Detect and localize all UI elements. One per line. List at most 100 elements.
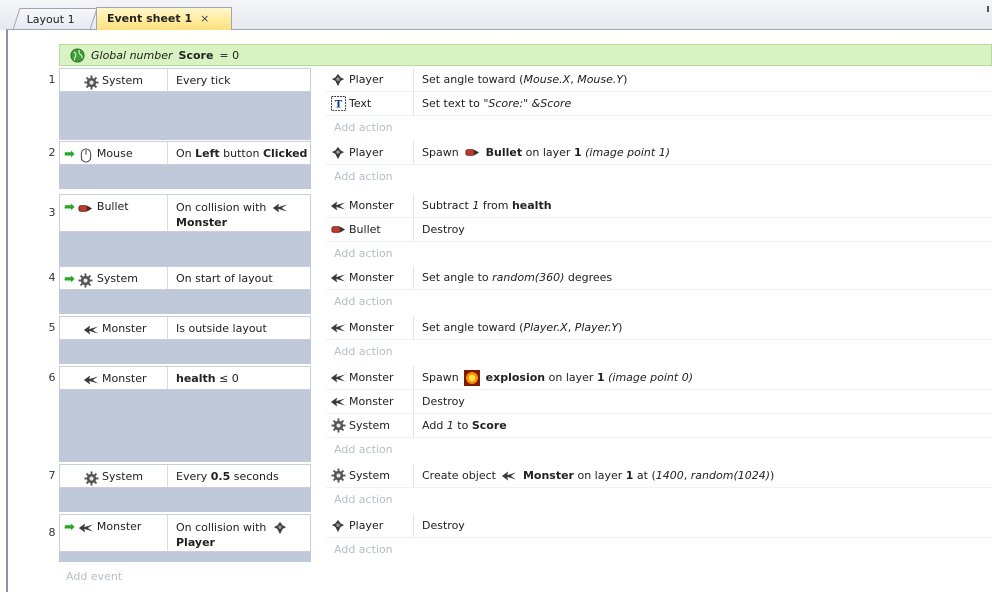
- event-block[interactable]: 6 Monster health ≤ 0 Monster Spawn explosion…: [8, 366, 992, 462]
- action-object-name: Monster: [349, 271, 394, 284]
- tab-label: Event sheet 1: [107, 12, 193, 25]
- action-row[interactable]: T Text Set text to "Score:" &Score: [326, 92, 992, 116]
- condition-block: System Every 0.5 seconds: [59, 464, 311, 512]
- tab-event-sheet-1[interactable]: Event sheet 1 ×: [96, 7, 232, 30]
- pin-icon[interactable]: [987, 6, 989, 12]
- explosion-icon: [464, 369, 481, 386]
- event-block[interactable]: 1 System Every tick Player Set angle toward …: [8, 68, 992, 140]
- condition-object-name: Bullet: [96, 200, 129, 213]
- action-row[interactable]: Monster Set angle to random(360) degrees: [326, 266, 992, 290]
- bold-param: health: [511, 199, 552, 212]
- add-action-link[interactable]: Add action: [326, 488, 992, 512]
- bold-param: explosion: [485, 370, 546, 384]
- event-number: 6: [48, 371, 56, 384]
- action-row[interactable]: Monster Spawn explosion on layer 1 (image…: [326, 366, 992, 390]
- monster-icon: [272, 200, 288, 216]
- action-text: Add 1 to Score: [414, 419, 507, 432]
- add-event-link[interactable]: Add event: [66, 570, 122, 583]
- event-block[interactable]: 7 System Every 0.5 seconds System Create obj…: [8, 464, 992, 512]
- add-action-link[interactable]: Add action: [326, 165, 992, 189]
- action-list: Player Set angle toward (Mouse.X, Mouse.Y…: [326, 68, 992, 140]
- action-list: Monster Set angle toward (Player.X, Playe…: [326, 316, 992, 364]
- text-segment: On collision with: [176, 521, 270, 534]
- event-sheet[interactable]: Global number Score = 0 1 System Every tic…: [6, 30, 992, 592]
- event-block[interactable]: 4 ➡ System On start of layout Monster Set ang…: [8, 266, 992, 314]
- text-segment: from: [479, 199, 512, 212]
- add-action-link[interactable]: Add action: [326, 116, 992, 140]
- event-block[interactable]: 3 ➡ Bullet On collision with Monster Monster…: [8, 194, 992, 266]
- action-row[interactable]: Player Destroy: [326, 514, 992, 538]
- condition-row[interactable]: ➡ Mouse On Left button Clicked: [59, 141, 311, 165]
- condition-text: On collision with Monster: [168, 195, 310, 231]
- action-text: Set angle toward (Mouse.X, Mouse.Y): [414, 73, 627, 86]
- condition-object-name: Monster: [102, 322, 147, 335]
- text-segment: Destroy: [422, 519, 465, 532]
- add-action-link[interactable]: Add action: [326, 242, 992, 266]
- text-segment: ): [623, 73, 628, 86]
- text-segment: Subtract: [422, 199, 473, 212]
- add-action-link[interactable]: Add action: [326, 340, 992, 364]
- gear-icon: [78, 272, 94, 288]
- action-row[interactable]: System Add 1 to Score: [326, 414, 992, 438]
- text-segment: Every tick: [176, 74, 231, 87]
- text-segment: ): [618, 321, 623, 334]
- text-segment: Every: [176, 470, 211, 483]
- condition-row[interactable]: System Every 0.5 seconds: [59, 464, 311, 488]
- event-block[interactable]: 2 ➡ Mouse On Left button Clicked Player Spawn…: [8, 141, 992, 189]
- action-row[interactable]: Bullet Destroy: [326, 218, 992, 242]
- italic-param: (image point 1): [585, 145, 670, 159]
- add-action-link[interactable]: Add action: [326, 290, 992, 314]
- action-row[interactable]: Player Set angle toward (Mouse.X, Mouse.Y…: [326, 68, 992, 92]
- action-text: Destroy: [414, 395, 465, 408]
- action-object-name: Player: [349, 146, 384, 159]
- action-row[interactable]: Player Spawn Bullet on layer 1 (image poi…: [326, 141, 992, 165]
- italic-param: 1: [446, 419, 454, 432]
- action-row[interactable]: Monster Subtract 1 from health: [326, 194, 992, 218]
- condition-row[interactable]: ➡ System On start of layout: [59, 266, 311, 290]
- condition-row[interactable]: ➡ Monster On collision with Player: [59, 514, 311, 552]
- text-segment: on layer: [545, 370, 597, 384]
- condition-row[interactable]: Monster Is outside layout: [59, 316, 311, 340]
- event-number: 1: [48, 73, 56, 86]
- action-row[interactable]: Monster Destroy: [326, 390, 992, 414]
- action-object: Player: [326, 68, 414, 91]
- condition-row[interactable]: System Every tick: [59, 68, 311, 92]
- action-object-name: Monster: [349, 395, 394, 408]
- condition-row[interactable]: ➡ Bullet On collision with Monster: [59, 194, 311, 232]
- action-row[interactable]: System Create object Monster on layer 1 a…: [326, 464, 992, 488]
- text-segment: on layer: [573, 468, 626, 482]
- condition-row[interactable]: Monster health ≤ 0: [59, 366, 311, 390]
- globe-icon: [69, 47, 85, 63]
- condition-object-name: Monster: [96, 520, 142, 533]
- condition-object-name: Monster: [102, 372, 147, 385]
- tab-strip: Layout 1 Event sheet 1 ×: [0, 0, 992, 30]
- tab-label: Layout 1: [26, 12, 75, 26]
- text-segment: on layer: [522, 145, 574, 159]
- condition-object-name: System: [96, 272, 138, 285]
- condition-text: health ≤ 0: [168, 367, 310, 389]
- event-block[interactable]: 5 Monster Is outside layout Monster Set angl…: [8, 316, 992, 364]
- add-action-link[interactable]: Add action: [326, 438, 992, 462]
- action-list: Monster Subtract 1 from health Bullet Destr…: [326, 194, 992, 266]
- italic-param: (image point 0): [608, 370, 693, 384]
- trigger-arrow-icon: ➡: [64, 147, 75, 162]
- monster-icon: [83, 322, 99, 338]
- action-text: Destroy: [414, 519, 465, 532]
- action-object: Monster: [326, 366, 414, 389]
- text-segment: degrees: [564, 271, 613, 284]
- close-icon[interactable]: ×: [200, 9, 209, 29]
- action-object: System: [326, 414, 414, 437]
- text-segment: ,: [567, 321, 575, 334]
- condition-block: ➡ Mouse On Left button Clicked: [59, 141, 311, 189]
- action-object: Monster: [326, 316, 414, 339]
- global-variable-row[interactable]: Global number Score = 0: [59, 44, 992, 66]
- event-block[interactable]: 8 ➡ Monster On collision with Player Player D…: [8, 514, 992, 562]
- bullet-icon: [78, 200, 94, 216]
- action-row[interactable]: Monster Set angle toward (Player.X, Playe…: [326, 316, 992, 340]
- event-number: 2: [48, 146, 56, 159]
- player-icon: [272, 520, 288, 536]
- tab-layout-1[interactable]: Layout 1: [12, 8, 98, 30]
- action-object: Monster: [326, 266, 414, 289]
- add-action-link[interactable]: Add action: [326, 538, 992, 562]
- condition-object-name: System: [102, 74, 144, 87]
